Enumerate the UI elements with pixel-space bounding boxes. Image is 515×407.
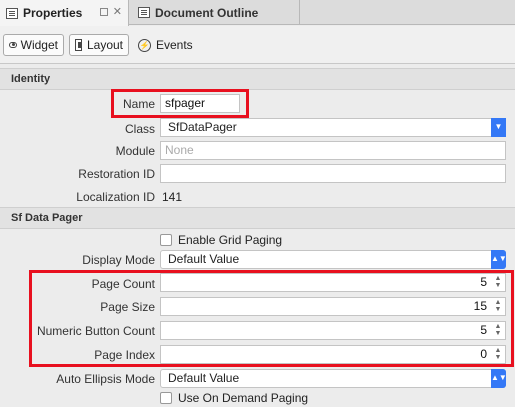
layout-button[interactable]: Layout: [69, 34, 129, 56]
events-button[interactable]: ⚡ Events: [133, 34, 198, 56]
module-field[interactable]: None: [160, 141, 506, 160]
numeric-button-count-field[interactable]: 5 ▲ ▼: [160, 321, 506, 340]
events-icon: ⚡: [138, 38, 151, 52]
widget-button-label: Widget: [20, 38, 58, 52]
localization-id-value: 141: [162, 190, 183, 204]
use-on-demand-paging-box[interactable]: [160, 392, 172, 404]
display-mode-select[interactable]: Default Value ▲▼: [160, 250, 507, 269]
localization-id-label: Localization ID: [76, 190, 155, 204]
use-on-demand-paging-checkbox[interactable]: Use On Demand Paging: [160, 391, 308, 405]
auto-ellipsis-mode-label: Auto Ellipsis Mode: [56, 372, 155, 386]
tab-document-outline-label: Document Outline: [155, 5, 259, 20]
display-mode-label: Display Mode: [82, 253, 155, 267]
stepper-icon[interactable]: ▲ ▼: [492, 299, 504, 314]
stepper-icon[interactable]: ▲ ▼: [492, 347, 504, 362]
identity-section-header[interactable]: Identity: [0, 68, 515, 90]
page-index-field[interactable]: 0 ▲ ▼: [160, 345, 506, 364]
class-select[interactable]: SfDataPager ▼: [160, 118, 506, 137]
numeric-button-count-value: 5: [480, 323, 487, 337]
enable-grid-paging-checkbox[interactable]: Enable Grid Paging: [160, 233, 282, 247]
updown-arrows-icon: ▲▼: [491, 369, 507, 388]
tab-properties-label: Properties: [23, 6, 83, 20]
page-size-label: Page Size: [100, 300, 155, 314]
numeric-button-count-label: Numeric Button Count: [36, 324, 155, 338]
page-size-value: 15: [473, 299, 487, 313]
properties-toolbar: Widget Layout ⚡ Events: [0, 26, 515, 64]
page-index-value: 0: [480, 347, 487, 361]
layout-button-label: Layout: [86, 38, 123, 52]
tab-properties[interactable]: Properties ✕: [0, 0, 129, 26]
module-label: Module: [115, 144, 155, 158]
close-icon[interactable]: ✕: [113, 5, 122, 18]
widget-icon: [9, 42, 17, 48]
sf-data-pager-section-header[interactable]: Sf Data Pager: [0, 207, 515, 229]
page-size-field[interactable]: 15 ▲ ▼: [160, 297, 506, 316]
tab-controls: ✕: [99, 5, 122, 18]
layout-icon: [75, 39, 82, 51]
document-outline-icon: [138, 7, 150, 18]
stepper-icon[interactable]: ▲ ▼: [492, 275, 504, 290]
restoration-id-label: Restoration ID: [78, 167, 155, 181]
stepper-icon[interactable]: ▲ ▼: [492, 323, 504, 338]
restore-icon[interactable]: [99, 8, 108, 16]
name-label: Name: [122, 97, 155, 111]
widget-button[interactable]: Widget: [3, 34, 64, 56]
display-mode-value: Default Value: [168, 252, 240, 266]
tab-bar: Properties ✕ Document Outline: [0, 0, 515, 26]
page-count-label: Page Count: [91, 277, 155, 291]
updown-arrows-icon: ▲▼: [491, 250, 507, 269]
chevron-down-icon: ▼: [491, 118, 506, 137]
class-label: Class: [124, 122, 155, 136]
page-count-field[interactable]: 5 ▲ ▼: [160, 273, 506, 292]
enable-grid-paging-label: Enable Grid Paging: [178, 233, 283, 247]
properties-icon: [6, 7, 18, 19]
auto-ellipsis-mode-value: Default Value: [168, 371, 240, 385]
name-field[interactable]: sfpager: [160, 94, 240, 113]
page-count-value: 5: [480, 275, 487, 289]
events-button-label: Events: [156, 38, 193, 52]
restoration-id-field[interactable]: [160, 164, 506, 183]
class-select-value: SfDataPager: [168, 120, 237, 134]
auto-ellipsis-mode-select[interactable]: Default Value ▲▼: [160, 369, 507, 388]
use-on-demand-paging-label: Use On Demand Paging: [178, 391, 309, 405]
enable-grid-paging-box[interactable]: [160, 234, 172, 246]
tab-document-outline[interactable]: Document Outline: [130, 0, 300, 25]
page-index-label: Page Index: [94, 348, 155, 362]
